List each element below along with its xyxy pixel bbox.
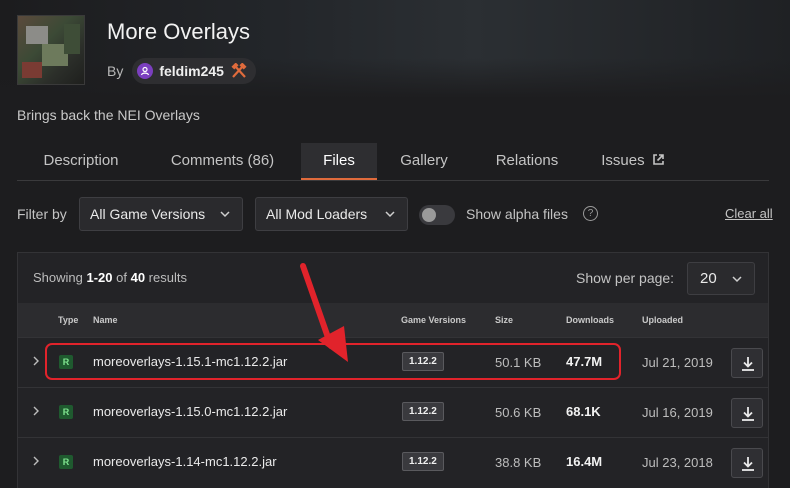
chevron-down-icon: [732, 276, 742, 283]
chevron-right-icon[interactable]: [32, 406, 40, 416]
chevron-down-icon: [385, 211, 395, 218]
per-page-label: Show per page:: [576, 270, 675, 286]
header-downloads[interactable]: Downloads: [566, 315, 614, 325]
alpha-files-label: Show alpha files: [466, 206, 568, 222]
release-type-badge: R: [59, 455, 73, 469]
tab-files[interactable]: Files: [301, 143, 377, 180]
release-type-badge: R: [59, 355, 73, 369]
game-version-tag: 1.12.2: [402, 452, 444, 471]
upload-date: Jul 23, 2018: [642, 455, 713, 470]
results-count: Showing 1-20 of 40 results: [33, 270, 187, 285]
author-chip[interactable]: feldim245: [132, 58, 256, 84]
per-page-value: 20: [700, 270, 717, 287]
header-name[interactable]: Name: [93, 315, 118, 325]
file-name[interactable]: moreoverlays-1.15.1-mc1.12.2.jar: [93, 354, 287, 369]
mod-loaders-value: All Mod Loaders: [266, 206, 368, 222]
download-count: 68.1K: [566, 404, 601, 419]
tab-gallery[interactable]: Gallery: [387, 143, 461, 180]
file-size: 38.8 KB: [495, 455, 542, 470]
download-button[interactable]: [731, 348, 763, 378]
tab-relations[interactable]: Relations: [479, 143, 575, 180]
chevron-down-icon: [220, 211, 230, 218]
download-icon: [742, 457, 754, 471]
upload-date: Jul 16, 2019: [642, 405, 713, 420]
download-button[interactable]: [731, 398, 763, 428]
download-count: 47.7M: [566, 354, 603, 369]
project-tabs: Description Comments (86) Files Gallery …: [17, 143, 769, 181]
release-type-badge: R: [59, 405, 73, 419]
table-row[interactable]: R moreoverlays-1.15.1-mc1.12.2.jar 1.12.…: [18, 337, 768, 387]
download-count: 16.4M: [566, 454, 603, 469]
table-header: Type Name Game Versions Size Downloads U…: [18, 303, 768, 337]
tab-description[interactable]: Description: [17, 143, 145, 180]
tab-comments[interactable]: Comments (86): [155, 143, 290, 180]
help-icon[interactable]: ?: [583, 206, 598, 221]
author-row: By feldim245: [107, 58, 256, 84]
results-prefix: Showing: [33, 270, 87, 285]
toggle-knob: [422, 208, 436, 222]
project-title: More Overlays: [107, 19, 251, 44]
project-thumbnail[interactable]: [17, 15, 85, 85]
crossed-hammers-icon: [230, 62, 248, 79]
game-version-tag: 1.12.2: [402, 402, 444, 421]
user-icon: [137, 63, 154, 79]
external-link-icon: [652, 154, 664, 165]
header-size[interactable]: Size: [495, 315, 513, 325]
game-version-tag: 1.12.2: [402, 352, 444, 371]
file-size: 50.6 KB: [495, 405, 542, 420]
chevron-right-icon[interactable]: [32, 356, 40, 366]
alpha-files-toggle[interactable]: [419, 205, 455, 225]
upload-date: Jul 21, 2019: [642, 355, 713, 370]
author-name: feldim245: [159, 63, 224, 79]
tab-issues-label: Issues: [601, 152, 645, 169]
clear-all-link[interactable]: Clear all: [725, 206, 773, 221]
download-icon: [742, 357, 754, 371]
results-suffix: results: [145, 270, 187, 285]
file-size: 50.1 KB: [495, 355, 542, 370]
tab-issues[interactable]: Issues: [593, 143, 673, 180]
filter-label: Filter by: [17, 206, 67, 222]
download-button[interactable]: [731, 448, 763, 478]
header-game-versions[interactable]: Game Versions: [401, 315, 466, 325]
table-row[interactable]: R moreoverlays-1.15.0-mc1.12.2.jar 1.12.…: [18, 387, 768, 437]
by-label: By: [107, 63, 124, 79]
download-icon: [742, 407, 754, 421]
results-of: of: [112, 270, 131, 285]
chevron-right-icon[interactable]: [32, 456, 40, 466]
results-range: 1-20: [86, 270, 113, 285]
file-name[interactable]: moreoverlays-1.14-mc1.12.2.jar: [93, 454, 277, 469]
table-row[interactable]: R moreoverlays-1.14-mc1.12.2.jar 1.12.2 …: [18, 437, 768, 487]
header-type[interactable]: Type: [58, 315, 78, 325]
results-total: 40: [130, 270, 146, 285]
per-page-select[interactable]: 20: [687, 262, 755, 295]
header-uploaded[interactable]: Uploaded: [642, 315, 683, 325]
mod-loaders-dropdown[interactable]: All Mod Loaders: [255, 197, 408, 231]
project-summary: Brings back the NEI Overlays: [17, 107, 200, 123]
file-name[interactable]: moreoverlays-1.15.0-mc1.12.2.jar: [93, 404, 287, 419]
game-versions-dropdown[interactable]: All Game Versions: [79, 197, 243, 231]
game-versions-value: All Game Versions: [90, 206, 206, 222]
files-table-panel: Showing 1-20 of 40 results Show per page…: [17, 252, 769, 488]
